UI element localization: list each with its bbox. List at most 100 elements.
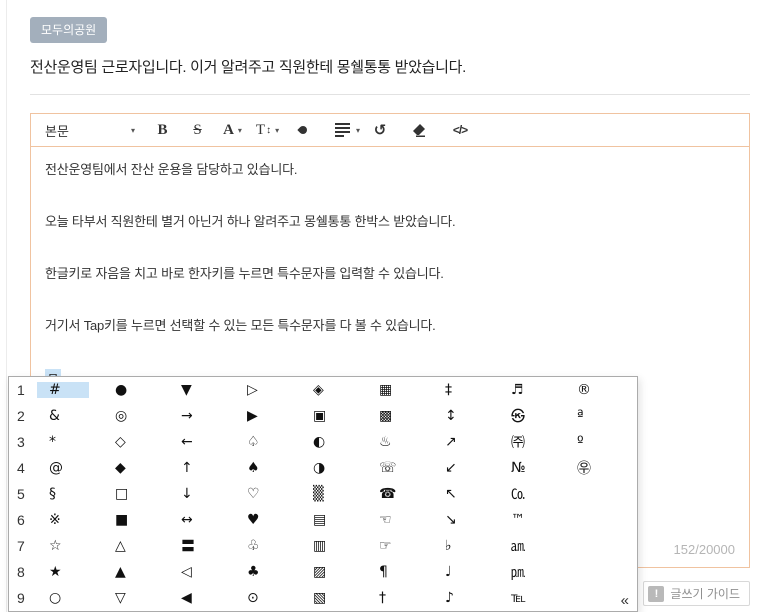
row-number-label: 6 [9,512,37,528]
special-char-cell[interactable]: ↓ [169,486,235,502]
special-char-cell[interactable]: ▣ [301,408,367,424]
special-char-cell[interactable]: ▲ [103,564,169,580]
row-number-label: 3 [9,434,37,450]
special-char-cell[interactable]: ★ [37,564,103,580]
special-char-cell[interactable]: □ [103,486,169,502]
special-char-cell[interactable]: ◐ [301,434,367,450]
special-char-cell[interactable]: ℡ [499,590,565,606]
special-char-cell[interactable]: ♡ [235,486,301,502]
align-button[interactable]: ▾ [321,123,360,137]
special-char-cell[interactable]: ♩ [433,564,499,580]
special-char-cell[interactable]: º [565,434,631,450]
special-char-row: 8★▲◁♣▨¶♩㏘ [9,559,637,585]
special-char-cell[interactable]: ○ [37,590,103,606]
collapse-popup-button[interactable]: « [621,592,629,609]
special-char-cell[interactable]: ㉾ [565,458,631,478]
post-title[interactable]: 전산운영팀 근로자입니다. 이거 알려주고 직원한테 몽쉘통통 받았습니다. [30,56,466,77]
special-char-cell[interactable]: ▧ [301,590,367,606]
row-number-label: 5 [9,486,37,502]
special-char-cell[interactable]: ▶ [235,408,301,424]
special-char-cell[interactable]: ↔ [169,512,235,528]
special-char-cell[interactable]: † [367,590,433,606]
special-char-cell[interactable]: ▷ [235,382,301,398]
writing-guide-label: 글쓰기 가이드 [670,585,740,602]
special-char-cell[interactable]: ☎ [367,486,433,502]
special-char-cell[interactable]: ㏇ [499,484,565,504]
special-char-cell[interactable]: ↙ [433,460,499,476]
paragraph: 전산운영팀에서 잔산 운용을 담당하고 있습니다. [45,159,735,181]
highlight-color-button[interactable] [285,126,321,134]
special-char-cell[interactable]: § [37,486,103,502]
special-char-cell[interactable]: ◇ [103,434,169,450]
special-char-cell[interactable]: ▒ [301,486,367,502]
special-char-cell[interactable]: ¶ [367,564,433,580]
special-char-cell[interactable]: ㈜ [499,432,565,452]
special-char-cell[interactable]: ▤ [301,512,367,528]
paragraph-style-dropdown[interactable]: 본문 ▾ [45,121,145,140]
special-char-cell[interactable]: ‡ [433,382,499,398]
special-char-cell[interactable]: ♭ [433,538,499,554]
special-char-cell[interactable]: ▩ [367,408,433,424]
page-edge-line [6,0,7,612]
special-char-cell[interactable]: ㏂ [499,536,565,556]
writing-guide-button[interactable]: ! 글쓰기 가이드 [643,581,750,606]
special-char-cell[interactable]: ☜ [367,512,433,528]
special-char-cell[interactable]: ♠ [235,460,301,476]
special-char-cell[interactable]: ▽ [103,590,169,606]
special-char-cell[interactable]: ※ [37,512,103,528]
special-char-cell[interactable]: ☏ [367,460,433,476]
special-char-cell[interactable]: ♣ [235,564,301,580]
special-char-cell[interactable]: ⊙ [235,590,301,606]
special-char-cell[interactable]: ▥ [301,538,367,554]
special-char-cell[interactable]: ▦ [367,382,433,398]
special-char-cell[interactable]: ◎ [103,408,169,424]
special-char-cell[interactable]: ♥ [235,512,301,528]
font-color-button[interactable]: A ▾ [215,122,250,139]
special-char-cell[interactable]: @ [37,460,103,476]
special-char-cell[interactable]: ♧ [235,538,301,554]
chevron-down-icon: ▾ [238,125,242,135]
font-size-button[interactable]: T ↕ ▾ [250,122,285,139]
special-char-cell[interactable]: ª [565,408,631,424]
special-char-cell[interactable]: ㉿ [499,406,565,426]
erase-format-button[interactable] [400,124,440,137]
special-char-cell[interactable]: ▨ [301,564,367,580]
special-char-cell[interactable]: ♪ [433,590,499,606]
special-char-cell[interactable]: → [169,408,235,424]
special-char-cell[interactable]: △ [103,538,169,554]
special-char-cell[interactable]: ↗ [433,434,499,450]
code-view-button[interactable]: </> [440,123,480,137]
special-char-cell[interactable]: ↑ [169,460,235,476]
special-char-cell[interactable]: ● [103,382,169,398]
special-char-cell[interactable]: ♤ [235,434,301,450]
special-char-popup: 1#●▼▷◈▦‡♬®2&◎→▶▣▩↕㉿ª3*◇←♤◐♨↗㈜º4@◆↑♠◑☏↙№㉾… [8,376,638,612]
special-char-cell[interactable]: ♨ [367,434,433,450]
special-char-cell[interactable]: # [37,382,89,398]
special-char-cell[interactable]: № [499,460,565,476]
special-char-cell[interactable]: ◆ [103,460,169,476]
special-char-cell[interactable]: ↕ [433,408,499,424]
special-char-cell[interactable]: ↘ [433,512,499,528]
special-char-cell[interactable]: ☞ [367,538,433,554]
special-char-cell[interactable]: ← [169,434,235,450]
special-char-cell[interactable]: ◁ [169,564,235,580]
special-char-cell[interactable]: ® [565,382,631,398]
undo-button[interactable]: ↺ [360,121,400,139]
special-char-cell[interactable]: ☆ [37,538,103,554]
special-char-cell[interactable]: ▼ [169,382,235,398]
special-char-cell[interactable]: & [37,408,103,424]
special-char-cell[interactable]: ■ [103,512,169,528]
special-char-cell[interactable]: * [37,434,103,450]
special-char-cell[interactable]: ◈ [301,382,367,398]
special-char-cell[interactable]: ↖ [433,486,499,502]
special-char-cell[interactable]: ㏘ [499,562,565,582]
special-char-row: 1#●▼▷◈▦‡♬® [9,377,637,403]
special-char-cell[interactable]: ◑ [301,460,367,476]
bold-button[interactable]: B [145,122,180,139]
special-char-cell[interactable]: ♬ [499,382,565,398]
special-char-cell[interactable]: ™ [499,512,565,528]
board-category-badge[interactable]: 모두의공원 [30,17,107,43]
special-char-cell[interactable]: ◀ [169,590,235,606]
strikethrough-button[interactable]: S [180,122,215,139]
special-char-cell[interactable]: 〓 [169,536,235,556]
